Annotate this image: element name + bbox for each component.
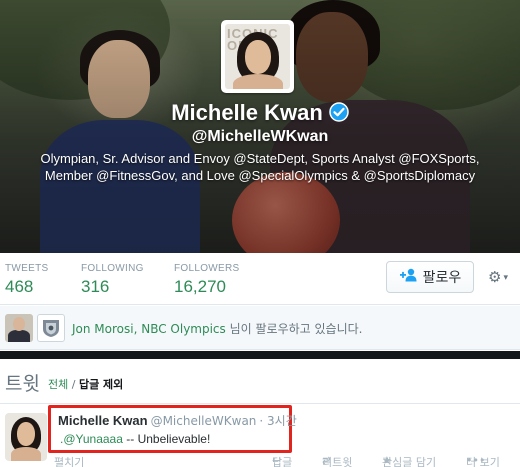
- tweets-section-header: 트윗 전체 / 답글 제외: [0, 359, 520, 404]
- follow-button-label: 팔로우: [422, 270, 462, 286]
- profile-bio: Olympian, Sr. Advisor and Envoy @StateDe…: [30, 150, 490, 184]
- stat-following-value: 316: [81, 277, 110, 296]
- followed-by-names-link[interactable]: Jon Morosi, NBC Olympics: [72, 322, 226, 336]
- followed-by-suffix: 님이 팔로우하고 있습니다.: [225, 322, 363, 336]
- tweet-timestamp[interactable]: · 3시간: [259, 414, 296, 428]
- section-divider: [0, 351, 520, 359]
- stat-followers-label: FOLLOWERS: [174, 263, 240, 274]
- gear-icon: ⚙: [488, 269, 502, 286]
- settings-dropdown-button[interactable]: ⚙ ▾: [480, 264, 516, 290]
- follower-avatar[interactable]: [5, 314, 33, 342]
- stat-tweets-label: TWEETS: [5, 263, 49, 274]
- profile-bio-line: Olympian, Sr. Advisor and Envoy @StateDe…: [40, 151, 480, 166]
- retweet-label: 리트윗: [322, 456, 353, 467]
- tweet-text: .@Yunaaaa -- Unbelievable!: [60, 432, 210, 446]
- followed-by-strip: Jon Morosi, NBC Olympics 님이 팔로우하고 있습니다.: [0, 306, 520, 350]
- tweet-mention-link[interactable]: .@Yunaaaa: [60, 432, 123, 446]
- stat-followers[interactable]: FOLLOWERS 16,270: [174, 263, 240, 297]
- more-label: 더 보기: [466, 456, 500, 467]
- followed-by-text: Jon Morosi, NBC Olympics 님이 팔로우하고 있습니다.: [72, 320, 363, 337]
- reply-label: 답글: [272, 456, 293, 467]
- tab-all[interactable]: 전체: [48, 378, 68, 391]
- stat-following-label: FOLLOWING: [81, 263, 144, 274]
- chevron-down-icon: ▾: [503, 271, 508, 282]
- nbc-olympics-logo-icon: [43, 320, 59, 337]
- follower-avatar-body: [8, 330, 30, 342]
- stat-following[interactable]: FOLLOWING 316: [81, 263, 144, 297]
- profile-header-cover: ICONIC ORE Michelle Kwan @MichelleWKwan …: [0, 0, 520, 253]
- profile-bio-line: Member @FitnessGov, and Love @SpecialOly…: [44, 168, 476, 183]
- tweet-actions: 펼치기 ↩ 답글 ⇄ 리트윗 ★ 관심글 담기 ••• 더 보기: [54, 454, 520, 467]
- add-user-icon: [399, 268, 419, 286]
- favorite-label: 관심글 담기: [382, 456, 437, 467]
- tweet-body: -- Unbelievable!: [122, 432, 211, 446]
- follower-avatar-face: [13, 317, 25, 331]
- avatar-shoulders: [11, 447, 41, 461]
- verified-badge-icon: [329, 102, 349, 122]
- profile-avatar[interactable]: ICONIC ORE: [221, 20, 294, 93]
- tweet-author-avatar[interactable]: [5, 413, 47, 461]
- avatar-shoulders: [233, 74, 283, 89]
- avatar-face: [17, 422, 35, 446]
- stat-tweets[interactable]: TWEETS 468: [5, 263, 48, 297]
- stat-followers-value: 16,270: [174, 277, 226, 296]
- tweet-author-name[interactable]: Michelle Kwan: [58, 413, 148, 428]
- profile-name-row: Michelle Kwan: [0, 100, 520, 126]
- tab-separator: /: [68, 378, 79, 391]
- avatar-face: [245, 40, 271, 74]
- tab-no-replies[interactable]: 답글 제외: [79, 378, 123, 391]
- avatar-photo: ICONIC ORE: [225, 24, 290, 89]
- tweet-highlight-box: Michelle Kwan @MichelleWKwan · 3시간 .@Yunaa…: [48, 405, 297, 453]
- follower-avatar[interactable]: [37, 314, 65, 342]
- stat-tweets-value: 468: [5, 277, 34, 296]
- follow-button[interactable]: 팔로우: [386, 261, 474, 293]
- tweet-author-handle[interactable]: @MichelleWKwan: [151, 414, 257, 428]
- tweet-header: Michelle Kwan @MichelleWKwan · 3시간: [58, 412, 297, 429]
- tweet-item[interactable]: Michelle Kwan @MichelleWKwan · 3시간 .@Yunaa…: [0, 405, 520, 467]
- tweets-filter-tabs: 전체 / 답글 제외: [48, 376, 123, 392]
- expand-link[interactable]: 펼치기: [54, 454, 84, 467]
- profile-handle: @MichelleWKwan: [191, 128, 329, 145]
- tweets-title: 트윗: [5, 373, 40, 395]
- profile-name: Michelle Kwan: [171, 100, 323, 125]
